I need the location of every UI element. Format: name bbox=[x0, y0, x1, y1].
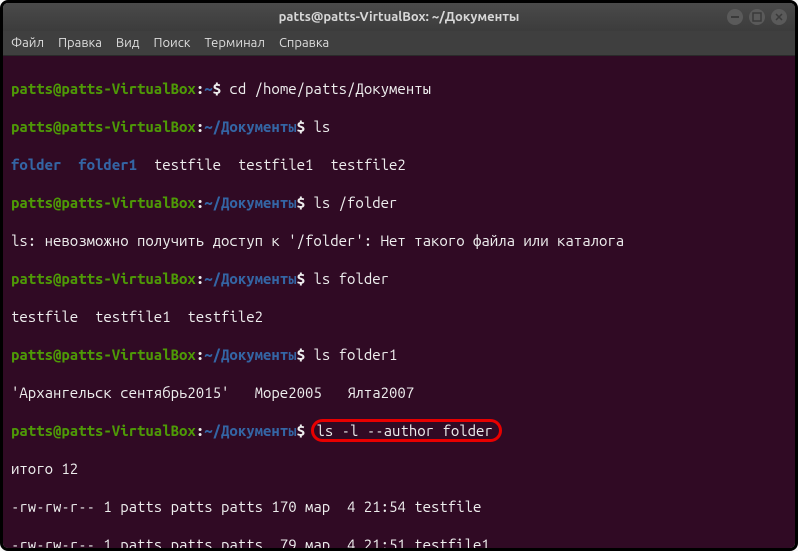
prompt-path: ~/Документы bbox=[204, 422, 296, 439]
prompt-dollar: $ bbox=[297, 194, 305, 211]
command-text: ls /folder bbox=[305, 194, 397, 211]
titlebar: patts@patts-VirtualBox: ~/Документы bbox=[3, 3, 795, 31]
window-controls bbox=[727, 9, 787, 25]
prompt-user: patts@patts-VirtualBox bbox=[11, 80, 196, 97]
prompt-user: patts@patts-VirtualBox bbox=[11, 346, 196, 363]
menu-edit[interactable]: Правка bbox=[58, 36, 102, 50]
prompt-colon: : bbox=[196, 118, 204, 135]
prompt-colon: : bbox=[196, 422, 204, 439]
prompt-colon: : bbox=[196, 270, 204, 287]
close-icon[interactable] bbox=[771, 9, 787, 25]
prompt-colon: : bbox=[196, 80, 204, 97]
error-text: ls: невозможно получить доступ к '/folde… bbox=[11, 232, 624, 249]
terminal-line: patts@patts-VirtualBox:~/Документы$ ls bbox=[11, 117, 787, 136]
output-text: -rw-rw-r-- 1 patts patts patts 79 мар 4 … bbox=[11, 536, 490, 548]
terminal-line: patts@patts-VirtualBox:~/Документы$ ls f… bbox=[11, 345, 787, 364]
prompt-colon: : bbox=[196, 194, 204, 211]
command-text: ls -l --author folder bbox=[316, 422, 492, 439]
output-text: -rw-rw-r-- 1 patts patts patts 170 мар 4… bbox=[11, 498, 481, 515]
terminal-line: patts@patts-VirtualBox:~/Документы$ ls -… bbox=[11, 421, 787, 440]
terminal-line: patts@patts-VirtualBox:~/Документы$ ls f… bbox=[11, 269, 787, 288]
prompt-dollar: $ bbox=[297, 270, 305, 287]
prompt-path: ~/Документы bbox=[204, 118, 296, 135]
window-title: patts@patts-VirtualBox: ~/Документы bbox=[13, 10, 785, 24]
command-text: cd /home/patts/Документы bbox=[221, 80, 431, 97]
terminal-line: patts@patts-VirtualBox:~/Документы$ ls /… bbox=[11, 193, 787, 212]
prompt-colon: : bbox=[196, 346, 204, 363]
output-text: итого 12 bbox=[11, 460, 78, 477]
terminal-line: folder folder1 testfile testfile1 testfi… bbox=[11, 155, 787, 174]
command-text: ls folder bbox=[305, 270, 389, 287]
prompt-path: ~/Документы bbox=[204, 346, 296, 363]
terminal-window: patts@patts-VirtualBox: ~/Документы Файл… bbox=[3, 3, 795, 548]
terminal-line: ls: невозможно получить доступ к '/folde… bbox=[11, 231, 787, 250]
terminal-line: итого 12 bbox=[11, 459, 787, 478]
menu-file[interactable]: Файл bbox=[11, 36, 44, 50]
terminal-line: -rw-rw-r-- 1 patts patts patts 170 мар 4… bbox=[11, 497, 787, 516]
menu-help[interactable]: Справка bbox=[279, 36, 329, 50]
minimize-icon[interactable] bbox=[727, 9, 743, 25]
terminal-area[interactable]: patts@patts-VirtualBox:~$ cd /home/patts… bbox=[3, 56, 795, 548]
menu-search[interactable]: Поиск bbox=[153, 36, 190, 50]
dir-entry: folder bbox=[11, 156, 61, 173]
prompt-dollar: $ bbox=[213, 80, 221, 97]
prompt-path: ~ bbox=[204, 80, 212, 97]
prompt-dollar: $ bbox=[297, 118, 305, 135]
terminal-line: testfile testfile1 testfile2 bbox=[11, 307, 787, 326]
command-text: ls bbox=[305, 118, 330, 135]
prompt-user: patts@patts-VirtualBox bbox=[11, 422, 196, 439]
prompt-path: ~/Документы bbox=[204, 270, 296, 287]
output-text: 'Архангельск сентябрь2015' Море2005 Ялта… bbox=[11, 384, 414, 401]
prompt-user: patts@patts-VirtualBox bbox=[11, 270, 196, 287]
prompt-dollar: $ bbox=[297, 422, 305, 439]
menu-view[interactable]: Вид bbox=[116, 36, 140, 50]
prompt-user: patts@patts-VirtualBox bbox=[11, 118, 196, 135]
file-entry: testfile testfile1 testfile2 bbox=[137, 156, 406, 173]
prompt-path: ~/Документы bbox=[204, 194, 296, 211]
prompt-user: patts@patts-VirtualBox bbox=[11, 194, 196, 211]
menu-terminal[interactable]: Терминал bbox=[204, 36, 264, 50]
maximize-icon[interactable] bbox=[749, 9, 765, 25]
terminal-line: -rw-rw-r-- 1 patts patts patts 79 мар 4 … bbox=[11, 535, 787, 548]
command-text: ls folder1 bbox=[305, 346, 397, 363]
terminal-line: patts@patts-VirtualBox:~$ cd /home/patts… bbox=[11, 79, 787, 98]
prompt-dollar: $ bbox=[297, 346, 305, 363]
output-text: testfile testfile1 testfile2 bbox=[11, 308, 263, 325]
highlighted-command: ls -l --author folder bbox=[311, 419, 501, 442]
terminal-line: 'Архангельск сентябрь2015' Море2005 Ялта… bbox=[11, 383, 787, 402]
dir-entry: folder1 bbox=[78, 156, 137, 173]
menubar: Файл Правка Вид Поиск Терминал Справка bbox=[3, 31, 795, 56]
